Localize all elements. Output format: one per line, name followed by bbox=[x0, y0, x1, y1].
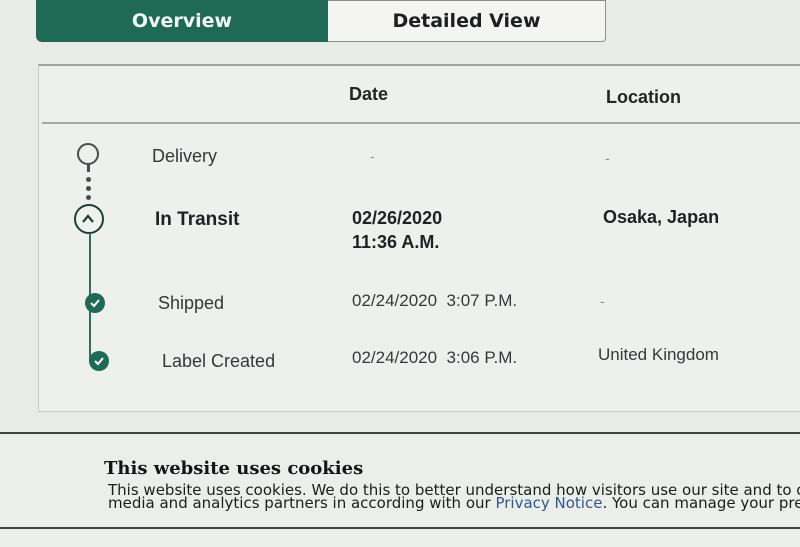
tab-detailed-view[interactable]: Detailed View bbox=[328, 0, 606, 42]
cookie-banner-text-line2: media and analytics partners in accordin… bbox=[108, 494, 800, 512]
location-in-transit: Osaka, Japan bbox=[603, 207, 720, 227]
status-delivery: Delivery bbox=[152, 146, 218, 166]
location-delivery: - bbox=[605, 150, 610, 166]
cookie-banner-title: This website uses cookies bbox=[104, 458, 364, 479]
date-in-transit-time: 11:36 A.M. bbox=[352, 232, 440, 252]
location-shipped: - bbox=[600, 293, 605, 309]
date-shipped: 02/24/2020 3:07 P.M. bbox=[352, 291, 518, 310]
status-in-transit: In Transit bbox=[155, 209, 240, 230]
status-label-created: Label Created bbox=[162, 351, 276, 371]
cookie-text-segment: . You can manage your prefere bbox=[602, 494, 800, 512]
timeline-dot bbox=[86, 177, 91, 182]
checkmark-circle-icon bbox=[89, 351, 109, 371]
timeline-dot bbox=[86, 195, 91, 200]
location-label-created: United Kingdom bbox=[598, 345, 719, 364]
delivery-pin-stem bbox=[87, 164, 90, 172]
view-tabs: Overview Detailed View bbox=[36, 0, 606, 46]
checkmark-circle-icon bbox=[85, 293, 105, 313]
cookie-banner-divider bbox=[0, 527, 800, 529]
timeline-dot bbox=[86, 186, 91, 191]
status-shipped: Shipped bbox=[158, 293, 225, 313]
date-in-transit: 02/26/2020 11:36 A.M. bbox=[352, 206, 442, 254]
date-delivery: - bbox=[370, 148, 375, 164]
chevron-up-circle-icon[interactable] bbox=[74, 204, 104, 234]
delivery-pending-icon bbox=[77, 143, 99, 165]
privacy-notice-link[interactable]: Privacy Notice bbox=[495, 494, 602, 512]
tab-overview[interactable]: Overview bbox=[36, 0, 328, 42]
column-header-location: Location bbox=[606, 87, 681, 107]
header-divider bbox=[42, 122, 800, 124]
date-label-created: 02/24/2020 3:06 P.M. bbox=[352, 348, 518, 367]
date-in-transit-date: 02/26/2020 bbox=[352, 208, 443, 228]
column-header-date: Date bbox=[349, 84, 389, 104]
cookie-text-segment: media and analytics partners in accordin… bbox=[108, 494, 496, 512]
